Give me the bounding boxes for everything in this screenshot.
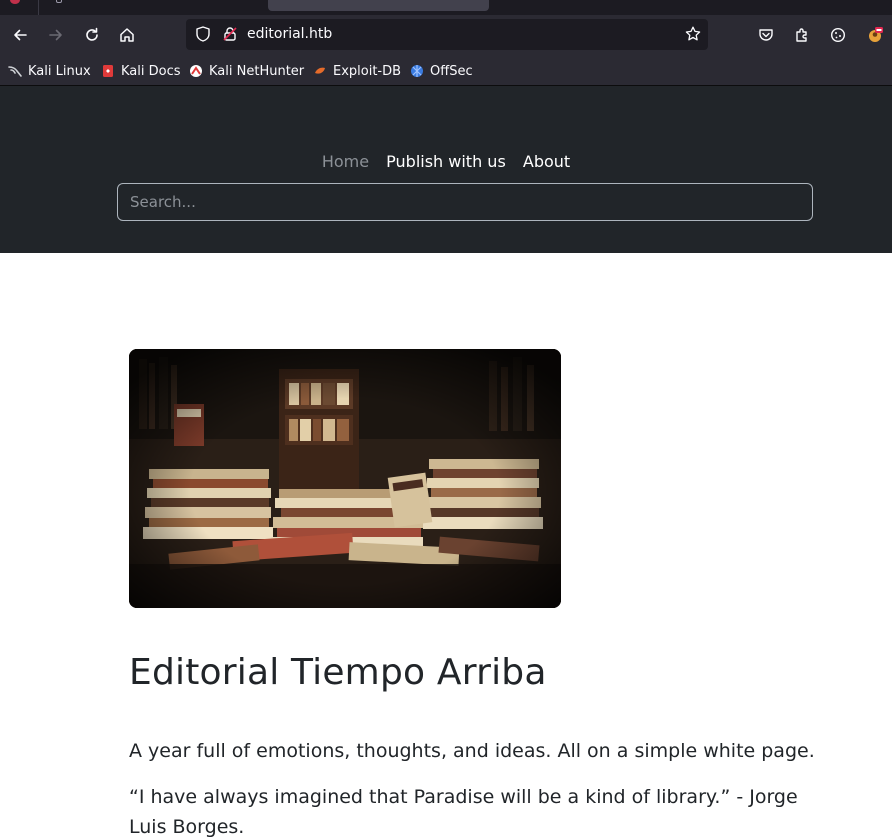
reload-icon <box>86 27 98 41</box>
search-input[interactable] <box>117 183 813 221</box>
back-button[interactable] <box>7 22 33 48</box>
nav-link-publish[interactable]: Publish with us <box>386 152 506 171</box>
pocket-icon <box>759 29 773 41</box>
url-bar[interactable]: editorial.htb <box>186 19 708 50</box>
active-tab[interactable] <box>268 0 489 11</box>
offsec-icon <box>411 65 423 77</box>
nav-link-about[interactable]: About <box>523 152 570 171</box>
bookmark-kali-docs[interactable]: Kali Docs <box>101 63 181 79</box>
browser-toolbar: editorial.htb <box>0 15 892 55</box>
page-title: Editorial Tiempo Arriba <box>129 652 547 693</box>
forward-icon <box>49 29 62 41</box>
bookmark-label: Kali NetHunter <box>209 63 305 79</box>
books-illustration <box>129 349 561 608</box>
hero-image <box>129 349 561 608</box>
kali-icon <box>8 66 22 77</box>
nav-link-home[interactable]: Home <box>322 152 369 171</box>
bookmark-label: Kali Docs <box>121 63 181 79</box>
site-header: Home Publish with us About <box>0 86 892 253</box>
tab-icon[interactable] <box>56 0 62 3</box>
exploit-db-icon <box>315 67 325 74</box>
extensions-button[interactable] <box>789 22 815 48</box>
quote-paragraph: “I have always imagined that Paradise wi… <box>129 786 798 838</box>
lock-icon[interactable] <box>221 25 239 43</box>
url-text[interactable]: editorial.htb <box>247 26 332 42</box>
tab-favicon[interactable] <box>10 0 20 4</box>
bookmark-exploit-db[interactable]: Exploit-DB <box>313 63 401 79</box>
back-icon <box>14 29 27 41</box>
bookmark-offsec[interactable]: OffSec <box>410 63 473 79</box>
profile-icon <box>869 27 883 42</box>
cookie-icon <box>830 27 846 43</box>
pocket-button[interactable] <box>753 22 779 48</box>
extensions-icon <box>796 28 807 42</box>
tab-separator <box>38 0 39 15</box>
bookmark-kali-linux[interactable]: Kali Linux <box>8 63 91 79</box>
bookmark-star-icon[interactable] <box>684 25 702 43</box>
bookmark-label: OffSec <box>430 63 473 79</box>
kali-docs-icon <box>103 65 113 77</box>
tab-strip <box>0 0 892 15</box>
profile-button[interactable] <box>862 22 888 48</box>
shield-icon[interactable] <box>194 25 212 43</box>
bookmark-kali-nethunter[interactable]: Kali NetHunter <box>189 63 304 79</box>
cookie-button[interactable] <box>825 22 851 48</box>
reload-button[interactable] <box>79 22 105 48</box>
bookmark-label: Kali Linux <box>28 63 91 79</box>
home-icon <box>120 28 134 42</box>
site-nav: Home Publish with us About <box>0 152 892 171</box>
bookmark-label: Exploit-DB <box>333 63 402 79</box>
lead-paragraph: A year full of emotions, thoughts, and i… <box>129 740 815 762</box>
home-button[interactable] <box>114 22 140 48</box>
forward-button[interactable] <box>43 22 69 48</box>
bookmarks-toolbar: Kali Linux Kali Docs Kali NetHunter Expl… <box>0 55 892 86</box>
nethunter-icon <box>190 65 202 77</box>
